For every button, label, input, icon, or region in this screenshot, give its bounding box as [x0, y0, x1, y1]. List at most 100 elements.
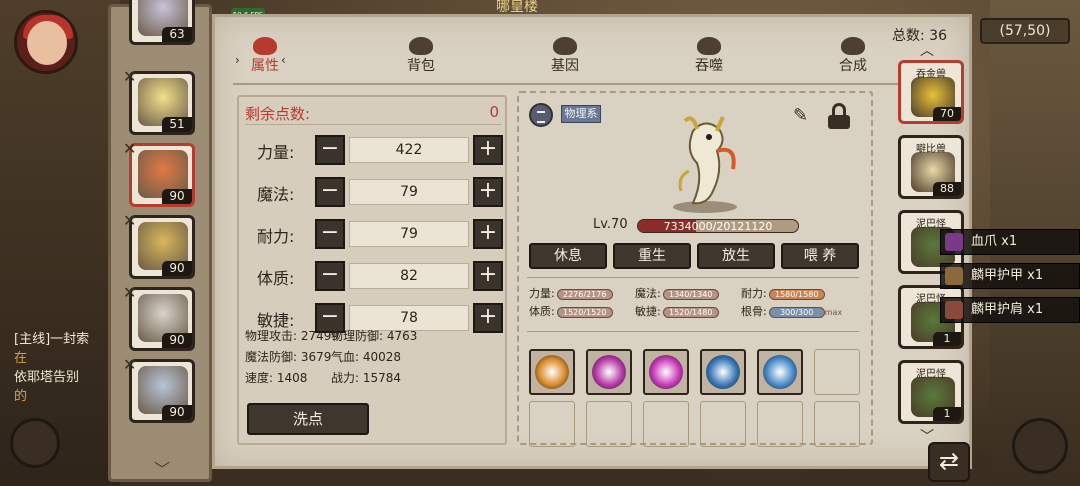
- empty-skill-slot[interactable]: [529, 401, 575, 447]
- gene-icon: [553, 37, 577, 55]
- pet-growth-stat: 敏捷: 1520/1480: [635, 303, 719, 319]
- empty-skill-slot[interactable]: [814, 349, 860, 395]
- empty-skill-slot[interactable]: [757, 401, 803, 447]
- pet-list-card[interactable]: 90: [129, 215, 195, 279]
- loot-notification: 血爪 x1: [940, 229, 1080, 255]
- skill-slot[interactable]: [757, 349, 803, 395]
- owned-pet-level: 88: [933, 182, 961, 196]
- pet-list-strip[interactable]: ︿ 635190909090✕✕✕✕✕ ﹀: [108, 0, 212, 482]
- growth-label: 魔法:: [635, 287, 661, 300]
- skill-icon: [592, 355, 626, 389]
- rename-quill-icon[interactable]: ✎: [793, 105, 813, 127]
- loot-notification: 麟甲护肩 x1: [940, 297, 1080, 323]
- coordinate-readout: (57,50): [980, 18, 1070, 44]
- decrease-button[interactable]: −: [315, 219, 345, 249]
- attribute-row: 力量: −422 +: [239, 133, 505, 165]
- pin-badge-icon: ✕: [123, 283, 137, 302]
- tab-label: 背包: [407, 58, 435, 74]
- bag-icon: [409, 37, 433, 55]
- max-label: max: [824, 308, 843, 317]
- loot-item-icon: [945, 233, 963, 251]
- growth-bar: 1340/1340: [662, 288, 719, 300]
- owned-pet-card[interactable]: 噼比兽 88: [898, 135, 964, 199]
- decrease-button[interactable]: −: [315, 135, 345, 165]
- right-scroll-up-icon[interactable]: ︿: [920, 40, 934, 60]
- owned-pet-name: 吞金兽: [916, 69, 946, 80]
- pet-type-badge: 物理系: [561, 105, 601, 123]
- tab-label: 基因: [551, 58, 579, 74]
- growth-bar: 1580/1580: [768, 288, 825, 300]
- skill-icon: [535, 355, 569, 389]
- synth-icon: [841, 37, 865, 55]
- growth-bar: 1520/1480: [662, 306, 719, 318]
- lock-icon[interactable]: [827, 103, 851, 131]
- pet-growth-stat: 力量: 2276/2176: [529, 285, 613, 301]
- tab-bag[interactable]: 背包: [391, 37, 451, 75]
- growth-label: 体质:: [529, 305, 555, 318]
- tab-flame[interactable]: 属性: [235, 37, 295, 75]
- attribute-name: 力量:: [257, 143, 295, 162]
- pet-creature-image: [673, 116, 737, 213]
- skill-slot[interactable]: [700, 349, 746, 395]
- pet-action-button[interactable]: 重生: [613, 243, 691, 269]
- scroll-down-icon[interactable]: ﹀: [151, 462, 173, 478]
- skill-slot[interactable]: [586, 349, 632, 395]
- pet-list-card[interactable]: 90: [129, 287, 195, 351]
- attribute-row: 魔法: −79 +: [239, 175, 505, 207]
- tab-left-arrow-icon: ›: [235, 53, 240, 67]
- tab-label: 属性: [251, 58, 279, 74]
- tab-synth[interactable]: 合成: [823, 37, 883, 75]
- pet-level-badge: 63: [162, 27, 192, 42]
- pet-action-button[interactable]: 放生: [697, 243, 775, 269]
- pet-action-button[interactable]: 休息: [529, 243, 607, 269]
- increase-button[interactable]: +: [473, 219, 503, 249]
- attribute-row: 耐力: −79 +: [239, 217, 505, 249]
- skill-icon: [649, 355, 683, 389]
- pet-level-badge: 90: [162, 261, 192, 276]
- attribute-name: 魔法:: [257, 185, 295, 204]
- increase-button[interactable]: +: [473, 303, 503, 333]
- pin-badge-icon: ✕: [123, 355, 137, 374]
- growth-bar: 2276/2176: [556, 288, 613, 300]
- list-icon[interactable]: [529, 103, 553, 127]
- right-action-button[interactable]: [1012, 418, 1068, 474]
- swap-icon[interactable]: ⇄: [928, 442, 970, 482]
- attribute-row: 体质: −82 +: [239, 259, 505, 291]
- owned-pet-name: 泥巴怪: [916, 369, 946, 380]
- decrease-button[interactable]: −: [315, 177, 345, 207]
- tab-devour[interactable]: 吞噬: [679, 37, 739, 75]
- pin-badge-icon: ✕: [123, 67, 137, 86]
- skill-slot[interactable]: [643, 349, 689, 395]
- pet-list-card[interactable]: 51: [129, 71, 195, 135]
- pet-level-badge: 90: [162, 333, 192, 348]
- derived-stat: 物理防御: 4763: [331, 329, 418, 343]
- empty-skill-slot[interactable]: [814, 401, 860, 447]
- skill-slot[interactable]: [529, 349, 575, 395]
- left-action-button[interactable]: [10, 418, 60, 468]
- empty-skill-slot[interactable]: [700, 401, 746, 447]
- decrease-button[interactable]: −: [315, 261, 345, 291]
- increase-button[interactable]: +: [473, 177, 503, 207]
- reset-points-button[interactable]: 洗点: [247, 403, 369, 435]
- player-avatar[interactable]: [14, 10, 78, 74]
- owned-pet-card[interactable]: 吞金兽 70: [898, 60, 964, 124]
- tab-label: 吞噬: [695, 58, 723, 74]
- attribute-name: 体质:: [257, 269, 295, 288]
- tab-gene[interactable]: 基因: [535, 37, 595, 75]
- pet-list-card[interactable]: 63: [129, 0, 195, 45]
- owned-pet-name: 泥巴怪: [916, 219, 946, 230]
- attribute-value: 82: [349, 263, 469, 289]
- avatar-face: [27, 21, 67, 65]
- increase-button[interactable]: +: [473, 135, 503, 165]
- attribute-value: 79: [349, 179, 469, 205]
- growth-bar: 300/300: [768, 306, 825, 318]
- empty-skill-slot[interactable]: [643, 401, 689, 447]
- pet-action-button[interactable]: 喂 养: [781, 243, 859, 269]
- increase-button[interactable]: +: [473, 261, 503, 291]
- loot-item-icon: [945, 267, 963, 285]
- pet-list-card[interactable]: 90: [129, 143, 195, 207]
- empty-skill-slot[interactable]: [586, 401, 632, 447]
- growth-label: 力量:: [529, 287, 555, 300]
- pet-list-card[interactable]: 90: [129, 359, 195, 423]
- owned-pet-card[interactable]: 泥巴怪 1: [898, 360, 964, 424]
